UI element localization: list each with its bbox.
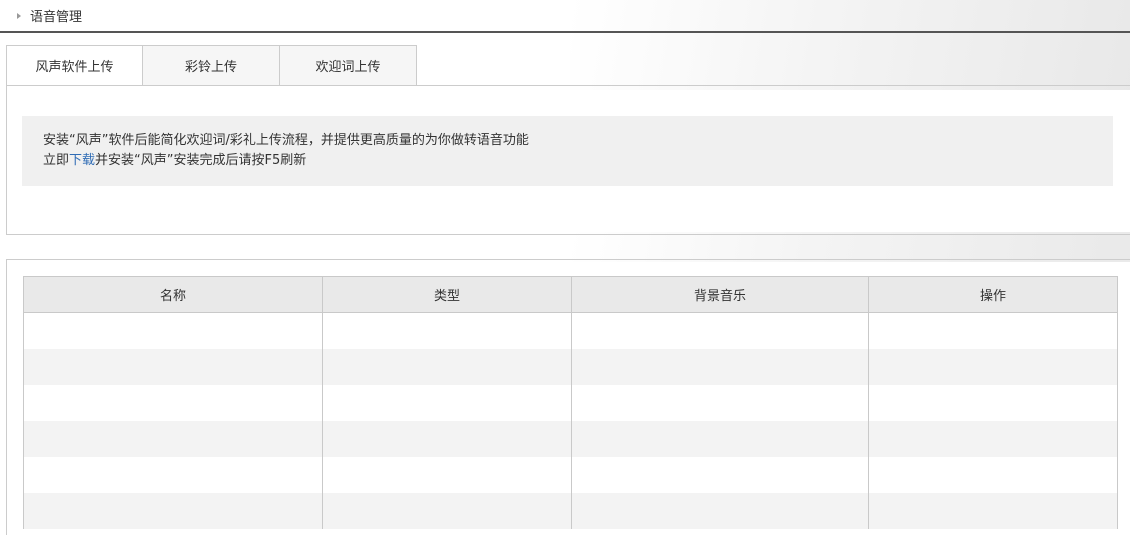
tab-bar: 风声软件上传 彩铃上传 欢迎词上传 [6,45,417,86]
table-cell [322,312,572,349]
table-cell [571,348,869,385]
table-cell [571,312,869,349]
voice-list-panel: 名称 类型 背景音乐 操作 [6,259,1130,535]
table-cell [322,456,572,493]
triangle-right-icon [17,12,21,19]
table-cell [868,420,1118,457]
notice-text: 安装“风声”软件后能简化欢迎词/彩礼上传流程，并提供更高质量的为你做转语音功能 [43,133,529,148]
table-row [23,348,1118,385]
column-header-background-music: 背景音乐 [571,276,869,313]
notice-download-line: 立即下载并安装“风声”安装完成后请按F5刷新 [43,151,1113,171]
download-link[interactable]: 下载 [69,153,95,168]
notice-panel: 安装“风声”软件后能简化欢迎词/彩礼上传流程，并提供更高质量的为你做转语音功能 … [6,85,1130,235]
table-cell [322,420,572,457]
background-skyline-middle [570,232,1130,262]
table-cell [23,492,323,529]
page-title: 语音管理 [30,10,83,25]
table-cell [23,384,323,421]
table-cell [23,456,323,493]
column-header-type: 类型 [322,276,572,313]
table-body [23,312,1118,529]
table-cell [23,348,323,385]
table-row [23,384,1118,421]
table-cell [868,384,1118,421]
table-cell [868,456,1118,493]
table-cell [322,348,572,385]
notice-suffix: 并安装“风声”安装完成后请按F5刷新 [95,153,307,168]
tab-fengsheng-upload[interactable]: 风声软件上传 [6,45,143,86]
table-cell [322,492,572,529]
table-row [23,492,1118,529]
tab-welcome-upload[interactable]: 欢迎词上传 [280,45,417,86]
table-cell [868,348,1118,385]
table-cell [868,312,1118,349]
table-cell [23,420,323,457]
table-cell [868,492,1118,529]
voice-table: 名称 类型 背景音乐 操作 [23,276,1118,529]
table-row [23,456,1118,493]
table-cell [571,492,869,529]
breadcrumb: 语音管理 [0,0,1130,33]
table-row [23,312,1118,349]
notice-prefix: 立即 [43,153,70,168]
table-header-row: 名称 类型 背景音乐 操作 [23,276,1118,313]
table-cell [322,384,572,421]
table-cell [23,312,323,349]
column-header-actions: 操作 [868,276,1118,313]
table-row [23,420,1118,457]
table-cell [571,384,869,421]
tab-ringtone-upload[interactable]: 彩铃上传 [143,45,280,86]
table-cell [571,420,869,457]
column-header-name: 名称 [23,276,323,313]
notice-box: 安装“风声”软件后能简化欢迎词/彩礼上传流程，并提供更高质量的为你做转语音功能 … [22,116,1113,186]
table-cell [571,456,869,493]
